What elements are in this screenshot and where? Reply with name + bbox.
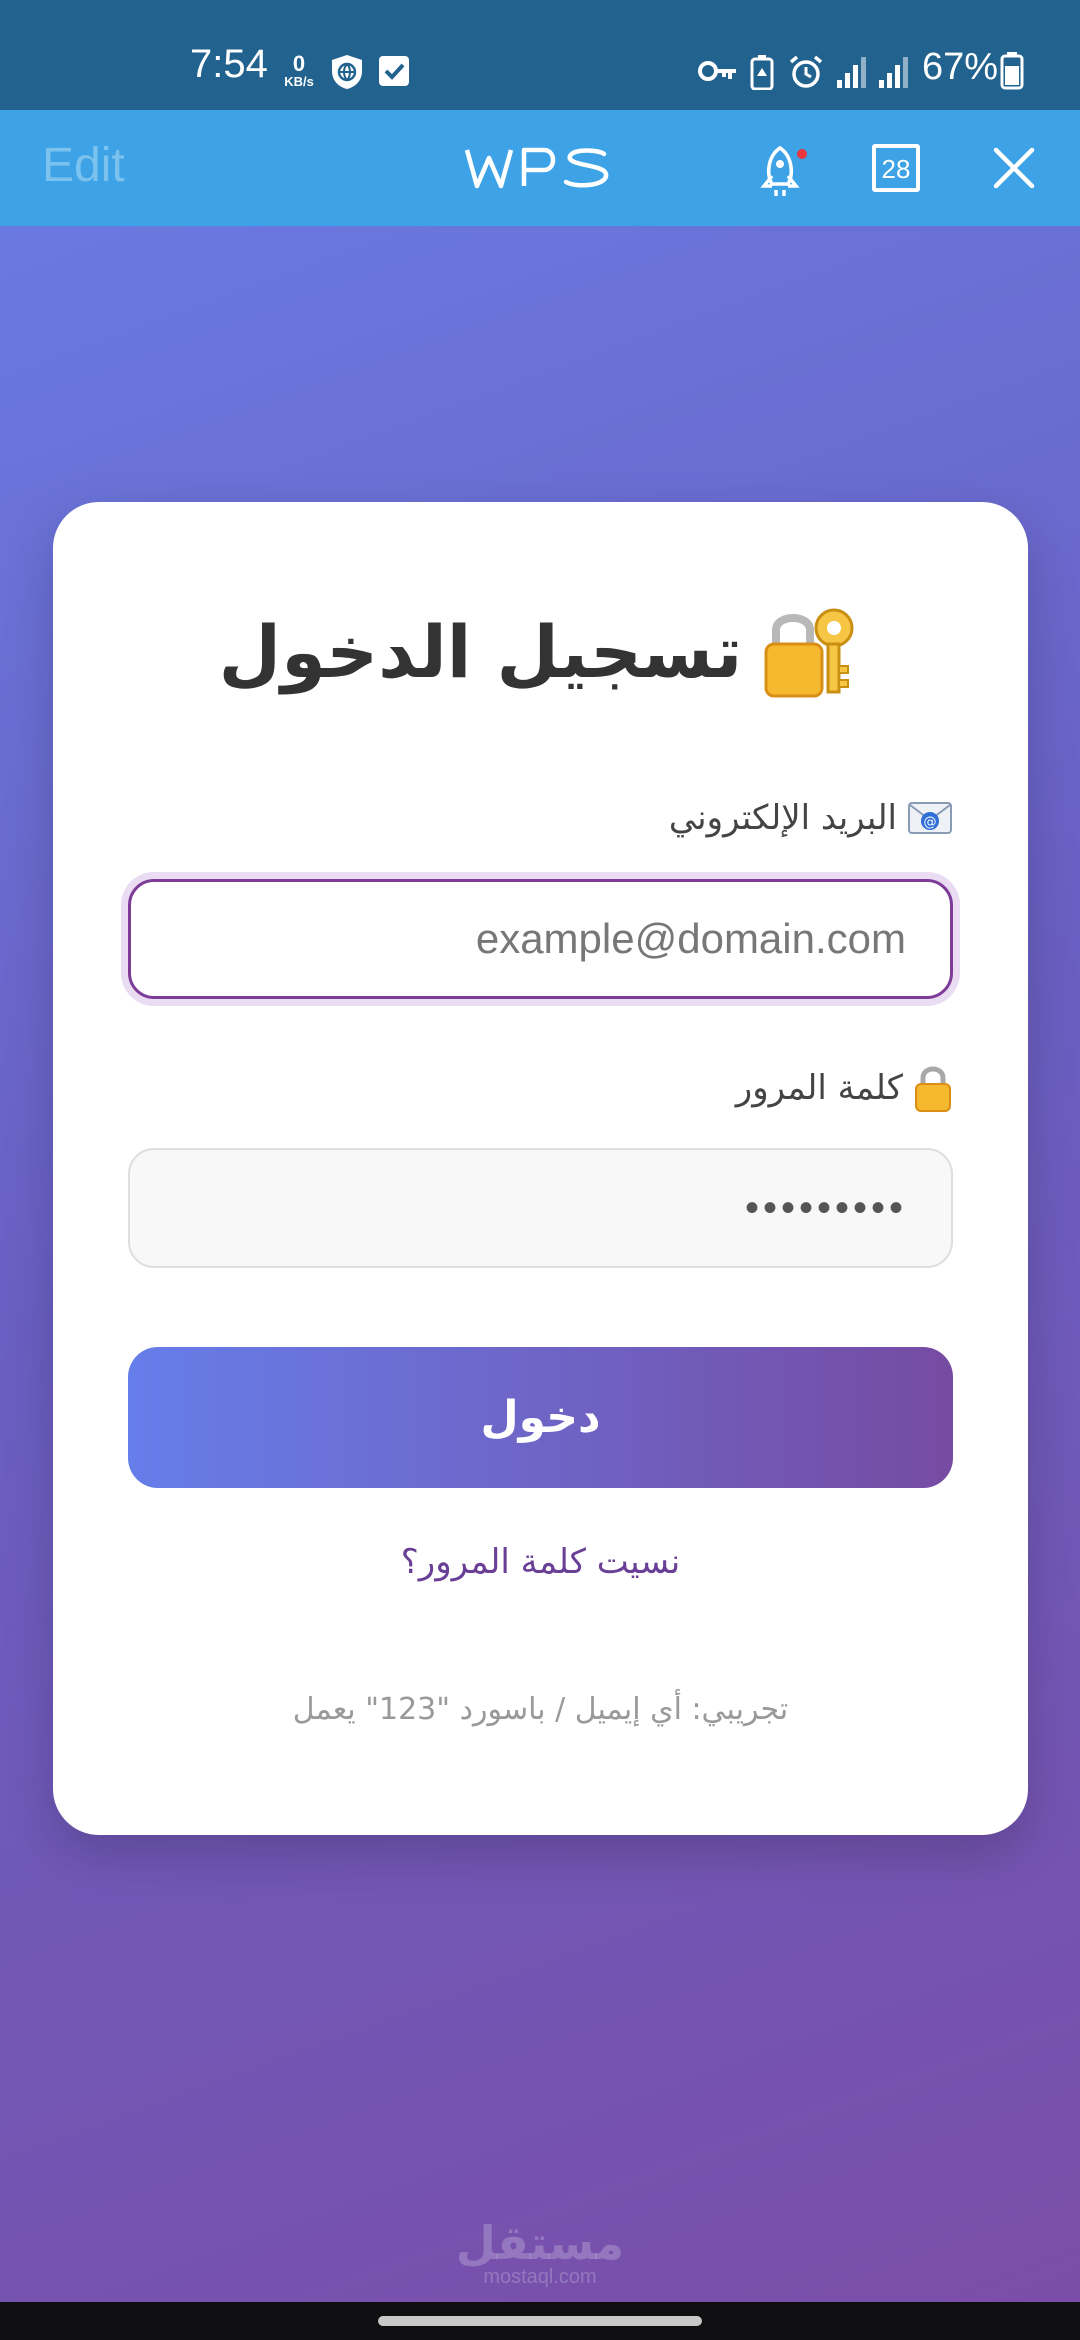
battery-icon — [1000, 52, 1024, 90]
battery-saver-icon — [750, 55, 774, 90]
password-label: كلمة المرور — [736, 1064, 953, 1112]
wps-logo — [464, 147, 609, 189]
network-speed: 0 KB/s — [278, 51, 320, 90]
login-title-row: تسجيل الدخول — [53, 592, 1028, 712]
password-label-text: كلمة المرور — [735, 1068, 903, 1108]
network-speed-value: 0 — [292, 51, 306, 76]
login-button[interactable]: دخول — [128, 1347, 953, 1488]
close-icon[interactable] — [992, 146, 1036, 190]
vpn-key-icon — [698, 61, 736, 81]
rocket-notification-icon[interactable] — [756, 144, 820, 200]
battery-percent: 67% — [922, 46, 999, 88]
signal-strength-icon-2 — [879, 57, 908, 88]
app-header: Edit 28 — [0, 110, 1080, 226]
mostaql-watermark: مستقل mostaql.com — [0, 2220, 1080, 2289]
email-label: البريد الإلكتروني @ — [669, 798, 953, 838]
watermark-arabic: مستقل — [455, 2216, 625, 2270]
home-gesture-handle[interactable] — [378, 2316, 702, 2326]
edit-button[interactable]: Edit — [42, 142, 125, 190]
shield-globe-icon — [332, 55, 362, 89]
svg-text:@: @ — [924, 815, 937, 830]
demo-hint: تجريبي: أي إيميل / باسورد "123" يعمل — [292, 1692, 789, 1727]
status-time: 7:54 — [190, 42, 268, 86]
padlock-icon — [915, 1066, 951, 1112]
login-title: تسجيل الدخول — [218, 610, 743, 694]
system-nav-bar — [0, 2302, 1080, 2340]
status-bar: 7:54 0 KB/s 67% — [0, 0, 1080, 110]
email-label-text: البريد الإلكتروني — [668, 798, 897, 838]
watermark-latin: mostaql.com — [483, 2266, 597, 2288]
alarm-icon — [789, 55, 823, 88]
email-field[interactable] — [128, 879, 953, 999]
signal-strength-icon — [837, 57, 866, 88]
calendar-icon[interactable]: 28 — [872, 144, 920, 192]
email-envelope-icon: @ — [908, 802, 952, 834]
page-background: تسجيل الدخول البريد الإلكتروني @ ك — [0, 226, 1080, 2302]
forgot-password-link[interactable]: نسيت كلمة المرور؟ — [53, 1542, 1028, 1582]
locked-with-key-icon — [764, 608, 854, 698]
network-speed-unit: KB/s — [284, 74, 314, 89]
checkbox-icon — [379, 56, 409, 86]
password-field[interactable] — [128, 1148, 953, 1268]
login-card: تسجيل الدخول البريد الإلكتروني @ ك — [53, 502, 1028, 1835]
